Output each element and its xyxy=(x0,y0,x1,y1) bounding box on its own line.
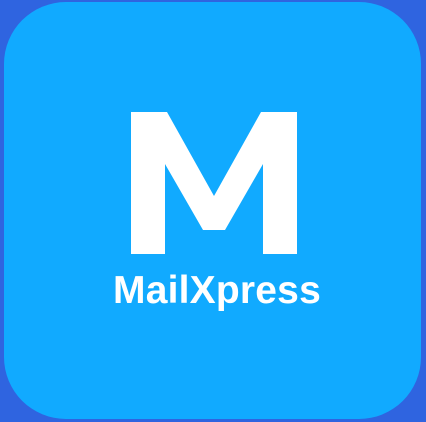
app-icon: MailXpress xyxy=(4,2,421,419)
app-name: MailXpress xyxy=(113,269,321,312)
mail-logo-m-icon xyxy=(131,112,297,254)
